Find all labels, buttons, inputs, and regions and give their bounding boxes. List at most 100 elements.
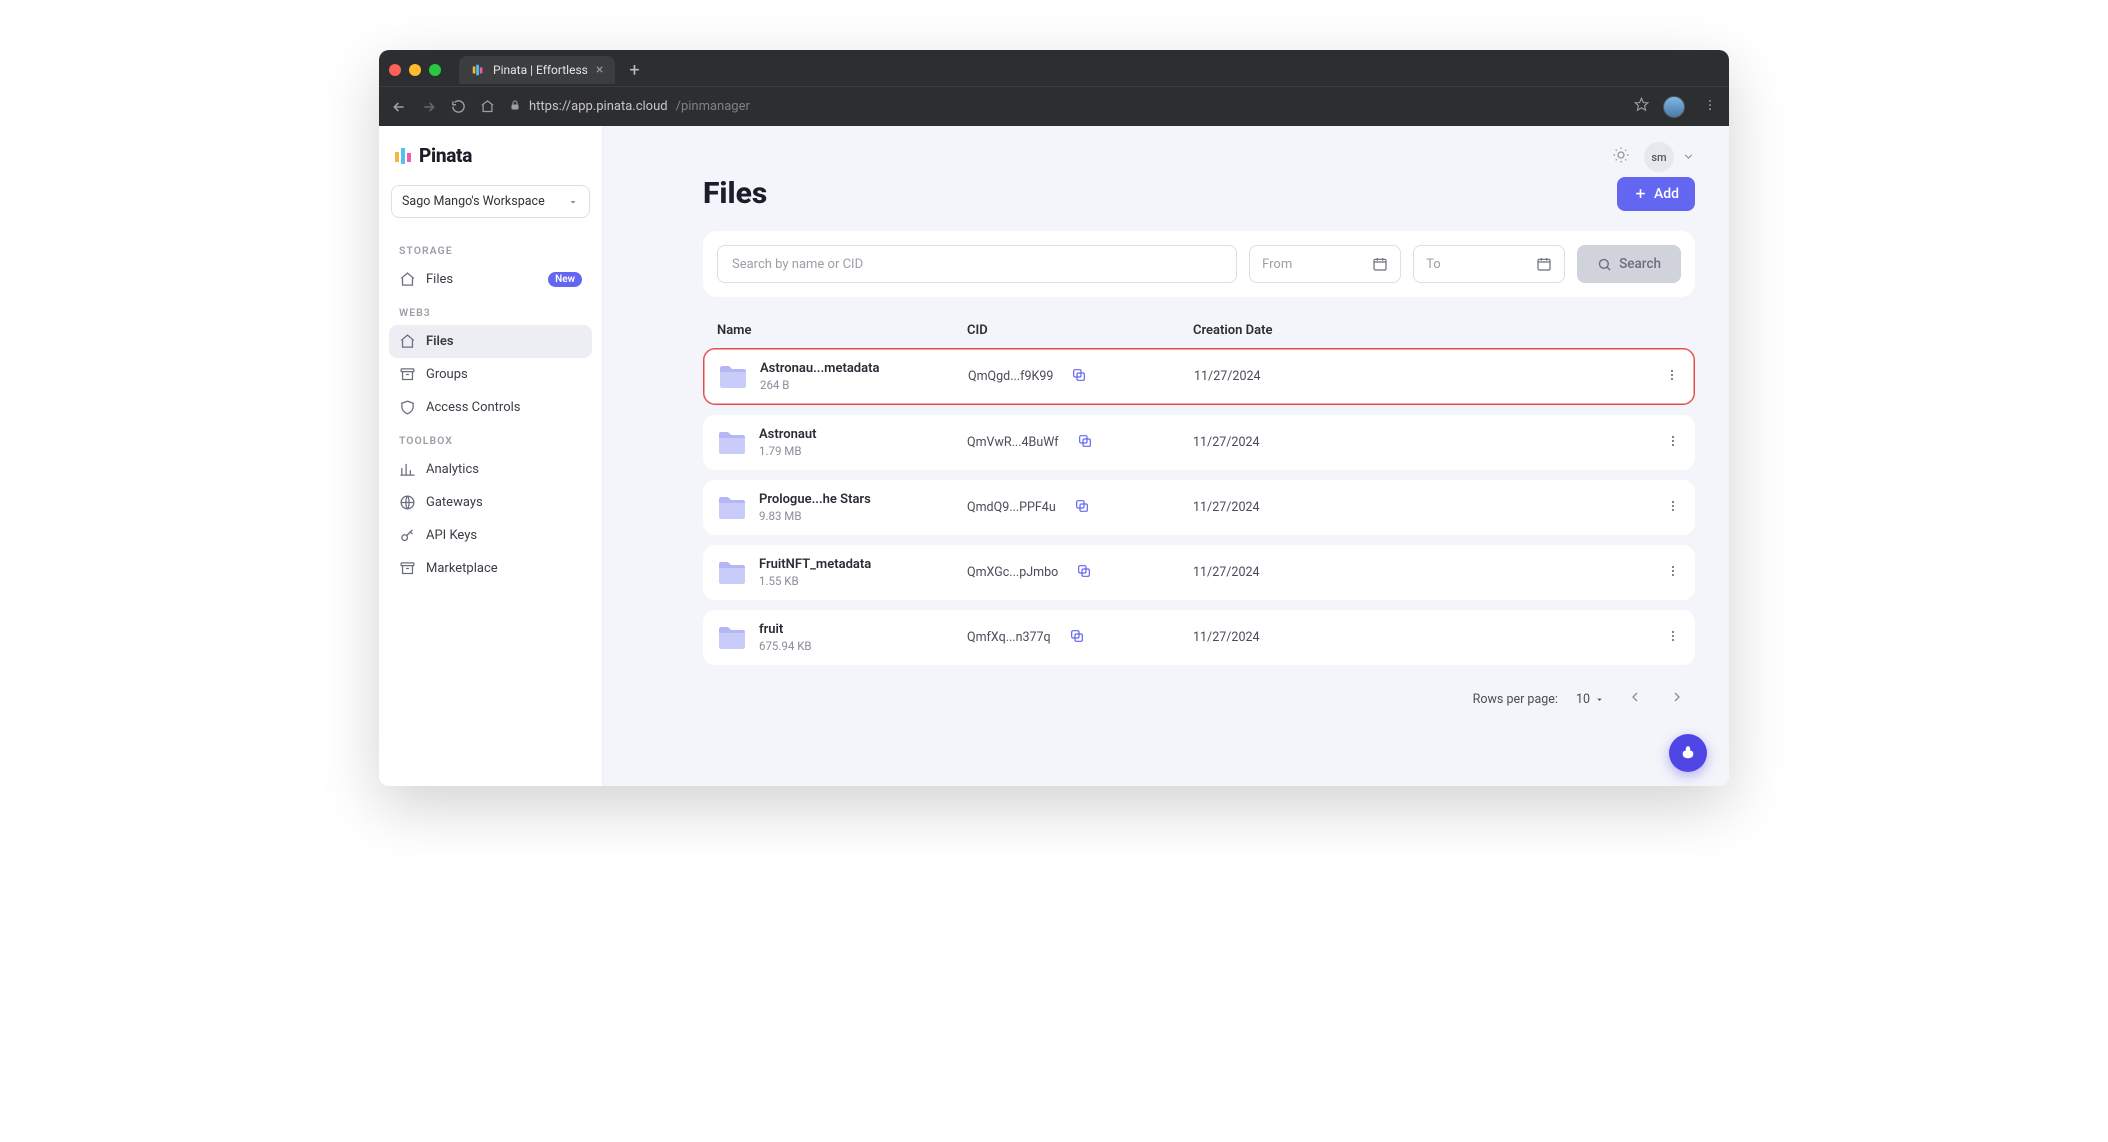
table-row[interactable]: FruitNFT_metadata1.55 KBQmXGc...pJmbo11/…	[703, 545, 1695, 600]
file-cell: FruitNFT_metadata1.55 KB	[717, 557, 967, 588]
row-actions-button[interactable]	[1641, 628, 1681, 648]
table-row[interactable]: Prologue...he Stars9.83 MBQmdQ9...PPF4u 1…	[703, 480, 1695, 535]
sidebar-section-label: TOOLBOX	[389, 424, 592, 453]
cid-value: QmfXq...n377q	[967, 630, 1051, 645]
sidebar-item-analytics[interactable]: Analytics	[389, 453, 592, 486]
chevron-down-icon	[1682, 148, 1695, 167]
file-cell: fruit 675.94 KB	[717, 622, 967, 653]
chevron-down-icon	[567, 196, 579, 208]
sidebar-item-api-keys[interactable]: API Keys	[389, 519, 592, 552]
sidebar-item-label: Files	[426, 334, 454, 349]
add-button[interactable]: Add	[1617, 177, 1695, 211]
globe-icon	[399, 494, 416, 511]
sidebar-item-marketplace[interactable]: Marketplace	[389, 552, 592, 585]
file-size: 675.94 KB	[759, 639, 812, 653]
new-tab-button[interactable]: +	[623, 60, 645, 81]
sidebar-item-files[interactable]: Files	[389, 325, 592, 358]
sidebar-item-label: Analytics	[426, 462, 479, 477]
date-from-input[interactable]: From	[1249, 245, 1401, 283]
reload-icon[interactable]	[451, 99, 466, 114]
sidebar-item-label: Files	[426, 272, 453, 287]
creation-date: 11/27/2024	[1193, 435, 1641, 450]
url-input[interactable]: https://app.pinata.cloud/pinmanager	[509, 99, 1620, 115]
sidebar-item-label: API Keys	[426, 528, 477, 543]
creation-date: 11/27/2024	[1193, 500, 1641, 515]
page-prev-button[interactable]	[1623, 685, 1647, 713]
user-menu[interactable]: sm	[1644, 142, 1695, 172]
page-next-button[interactable]	[1665, 685, 1689, 713]
main-content: sm Files Add From To	[603, 126, 1729, 786]
row-actions-button[interactable]	[1640, 367, 1680, 387]
row-actions-button[interactable]	[1641, 563, 1681, 583]
search-input[interactable]	[717, 245, 1237, 283]
back-icon[interactable]	[391, 99, 407, 115]
window-controls[interactable]	[389, 64, 441, 76]
folder-icon	[717, 625, 747, 651]
search-button[interactable]: Search	[1577, 245, 1681, 283]
row-actions-button[interactable]	[1641, 433, 1681, 453]
file-size: 264 B	[760, 378, 879, 392]
minimize-window-icon[interactable]	[409, 64, 421, 76]
browser-window: Pinata | Effortless × + https://app.pina…	[379, 50, 1729, 786]
profile-avatar-icon[interactable]	[1663, 96, 1685, 118]
maximize-window-icon[interactable]	[429, 64, 441, 76]
table-row[interactable]: Astronaut1.79 MBQmVwR...4BuWf11/27/2024	[703, 415, 1695, 470]
chevron-down-icon	[1594, 694, 1605, 705]
file-name: fruit	[759, 622, 812, 637]
pagination: Rows per page: 10	[703, 675, 1695, 723]
home-icon[interactable]	[480, 99, 495, 114]
sidebar-item-groups[interactable]: Groups	[389, 358, 592, 391]
copy-cid-button[interactable]	[1069, 628, 1085, 648]
workspace-selector[interactable]: Sago Mango's Workspace	[391, 185, 590, 218]
user-avatar: sm	[1644, 142, 1674, 172]
bookmark-icon[interactable]	[1634, 97, 1649, 116]
copy-cid-button[interactable]	[1074, 498, 1090, 518]
add-button-label: Add	[1654, 186, 1679, 202]
folder-icon	[717, 430, 747, 456]
folder-icon	[717, 495, 747, 521]
file-cell: Prologue...he Stars9.83 MB	[717, 492, 967, 523]
cid-cell: QmQgd...f9K99	[968, 367, 1194, 387]
col-name: Name	[717, 323, 967, 338]
brand-logo[interactable]: Pinata	[389, 144, 592, 181]
close-window-icon[interactable]	[389, 64, 401, 76]
sidebar-item-label: Groups	[426, 367, 468, 382]
sidebar-item-access-controls[interactable]: Access Controls	[389, 391, 592, 424]
date-to-input[interactable]: To	[1413, 245, 1565, 283]
tab-title: Pinata | Effortless	[493, 63, 588, 77]
theme-toggle-icon[interactable]	[1612, 146, 1630, 168]
browser-tab[interactable]: Pinata | Effortless ×	[459, 56, 615, 84]
close-tab-icon[interactable]: ×	[596, 62, 603, 78]
row-actions-button[interactable]	[1641, 498, 1681, 518]
copy-cid-button[interactable]	[1071, 367, 1087, 387]
app-shell: Pinata Sago Mango's Workspace STORAGEFil…	[379, 126, 1729, 786]
forward-icon	[421, 99, 437, 115]
calendar-icon	[1536, 256, 1552, 272]
browser-menu-icon[interactable]	[1703, 97, 1717, 116]
table-row[interactable]: fruit675.94 KBQmfXq...n377q11/27/2024	[703, 610, 1695, 665]
sidebar-section-label: STORAGE	[389, 234, 592, 263]
pinata-mascot-icon	[1679, 744, 1697, 762]
sidebar-item-gateways[interactable]: Gateways	[389, 486, 592, 519]
copy-cid-button[interactable]	[1076, 563, 1092, 583]
home-icon	[399, 271, 416, 288]
file-name: Prologue...he Stars	[759, 492, 871, 507]
copy-cid-button[interactable]	[1077, 433, 1093, 453]
browser-chrome: Pinata | Effortless × + https://app.pina…	[379, 50, 1729, 126]
rows-per-page-select[interactable]: 10	[1576, 692, 1605, 707]
sidebar-item-files[interactable]: FilesNew	[389, 263, 592, 296]
col-date: Creation Date	[1193, 323, 1641, 338]
sidebar-section-label: WEB3	[389, 296, 592, 325]
creation-date: 11/27/2024	[1194, 369, 1640, 384]
file-name: Astronau...metadata	[760, 361, 879, 376]
home-icon	[399, 333, 416, 350]
cid-value: QmdQ9...PPF4u	[967, 500, 1056, 515]
brand-name: Pinata	[419, 144, 472, 167]
cid-value: QmXGc...pJmbo	[967, 565, 1058, 580]
archive-icon	[399, 560, 416, 577]
lock-icon	[509, 99, 521, 115]
table-row[interactable]: Astronau...metadata 264 B QmQgd...f9K9911/…	[703, 348, 1695, 405]
date-from-placeholder: From	[1262, 257, 1292, 272]
help-fab[interactable]	[1669, 734, 1707, 772]
search-icon	[1597, 257, 1612, 272]
